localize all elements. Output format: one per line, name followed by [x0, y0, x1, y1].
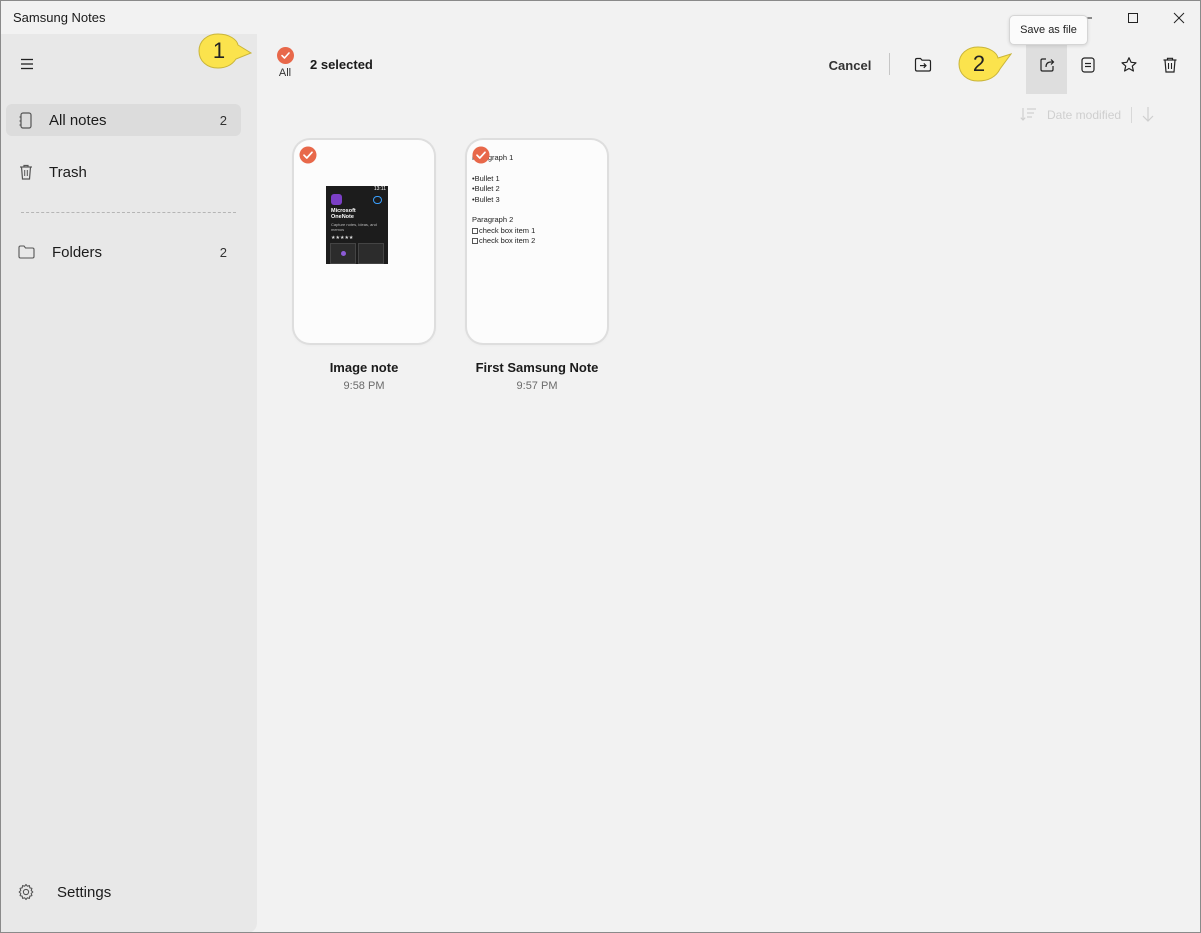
note-thumbnail[interactable]: 13:11 Microsoft OneNote Capture notes, i… — [294, 140, 434, 343]
favorite-star-icon — [1121, 57, 1137, 72]
note-title: Image note — [329, 360, 399, 375]
thumbnail-app-name: Microsoft OneNote — [331, 208, 371, 220]
selected-count: 2 selected — [310, 57, 373, 72]
sidebar-item-all-notes[interactable]: All notes 2 — [6, 104, 241, 136]
convert-note-button[interactable] — [1072, 49, 1104, 81]
preview-line: check box item 2 — [479, 236, 536, 245]
save-as-file-icon — [1040, 58, 1055, 72]
sort-bar: Date modified — [1019, 104, 1156, 126]
app-title: Samsung Notes — [13, 10, 106, 25]
checkbox-icon — [472, 227, 478, 234]
delete-icon — [1163, 57, 1177, 73]
sidebar-item-label: All notes — [49, 111, 107, 129]
thumbnail-screenshot — [358, 243, 384, 264]
trash-icon — [16, 162, 36, 182]
favorite-button[interactable] — [1113, 49, 1145, 81]
preview-line: Paragraph 1 — [472, 153, 514, 162]
toolbar-divider — [889, 53, 890, 75]
note-card-first-samsung-note[interactable]: Paragraph 1 •Bullet 1 •Bullet 2 •Bullet … — [467, 140, 607, 392]
checked-icon — [472, 146, 490, 164]
preview-line: •Bullet 3 — [472, 194, 500, 204]
sidebar-item-count: 2 — [219, 112, 227, 128]
cloud-download-icon — [373, 196, 382, 204]
hamburger-icon — [21, 58, 33, 70]
callout-number: 2 — [972, 51, 986, 76]
sidebar-item-count: 2 — [219, 244, 227, 260]
checked-icon — [299, 146, 317, 164]
delete-button[interactable] — [1154, 49, 1186, 81]
note-thumbnail[interactable]: Paragraph 1 •Bullet 1 •Bullet 2 •Bullet … — [467, 140, 607, 343]
sidebar-item-folders[interactable]: Folders 2 — [6, 236, 241, 268]
menu-toggle-button[interactable] — [15, 52, 39, 76]
callout-1: 1 — [196, 31, 252, 71]
preview-line: •Bullet 1 — [472, 173, 500, 183]
preview-line: •Bullet 2 — [472, 184, 500, 193]
note-card-image-note[interactable]: 13:11 Microsoft OneNote Capture notes, i… — [294, 140, 434, 392]
select-all-toggle[interactable]: All — [271, 47, 299, 79]
sidebar-divider — [21, 212, 236, 213]
preview-checkbox-line: check box item 2 — [472, 236, 602, 247]
convert-note-icon — [1081, 57, 1095, 73]
note-time: 9:58 PM — [343, 380, 385, 392]
note-time: 9:57 PM — [516, 380, 558, 392]
maximize-button[interactable] — [1110, 1, 1156, 34]
checkbox-icon — [472, 238, 478, 244]
save-as-file-tooltip: Save as file — [1009, 15, 1088, 45]
select-all-label: All — [278, 67, 292, 79]
note-title: First Samsung Note — [475, 360, 599, 375]
callout-2: 2 — [956, 44, 1012, 84]
notebook-icon — [16, 110, 36, 130]
close-button[interactable] — [1156, 1, 1200, 34]
move-to-folder-icon — [914, 57, 932, 72]
preview-line: Paragraph 2 — [472, 215, 514, 224]
sidebar-item-label: Folders — [52, 243, 103, 261]
preview-line: check box item 1 — [479, 225, 536, 235]
gear-icon — [15, 881, 37, 903]
sort-label: Date modified — [1047, 108, 1122, 122]
maximize-icon — [1128, 12, 1138, 23]
thumbnail-clock: 13:11 — [373, 186, 386, 192]
folder-icon — [16, 242, 36, 262]
sort-icon — [1019, 105, 1037, 126]
thumbnail-description: Capture notes, ideas, and memos — [331, 222, 377, 232]
sidebar: All notes 2 Trash Folders 2 Settings — [1, 34, 257, 932]
preview-checkbox-line: check box item 1 — [472, 226, 602, 237]
save-as-file-button[interactable] — [1031, 49, 1063, 81]
callout-number: 1 — [212, 38, 226, 63]
settings-label: Settings — [57, 883, 112, 901]
cancel-button[interactable]: Cancel — [821, 54, 879, 76]
sidebar-item-label: Trash — [49, 163, 87, 181]
move-to-folder-button[interactable] — [907, 49, 939, 81]
text-preview: Paragraph 1 •Bullet 1 •Bullet 2 •Bullet … — [472, 153, 602, 247]
sort-direction-arrow-down-icon — [1140, 105, 1156, 126]
check-icon — [276, 47, 294, 64]
thumbnail-stars: ★★★★★ — [331, 235, 354, 241]
sort-divider — [1131, 107, 1133, 123]
onenote-logo-icon — [331, 194, 342, 205]
thumbnail-screenshot — [330, 243, 356, 264]
samsung-notes-window: Samsung Notes All notes 2 Trash Folders … — [0, 0, 1201, 933]
image-thumbnail: 13:11 Microsoft OneNote Capture notes, i… — [326, 186, 388, 264]
sidebar-item-trash[interactable]: Trash — [6, 156, 241, 188]
close-icon — [1173, 12, 1185, 23]
thumbnail-app-name-line2: OneNote — [331, 214, 354, 220]
settings-button[interactable]: Settings — [15, 881, 111, 903]
